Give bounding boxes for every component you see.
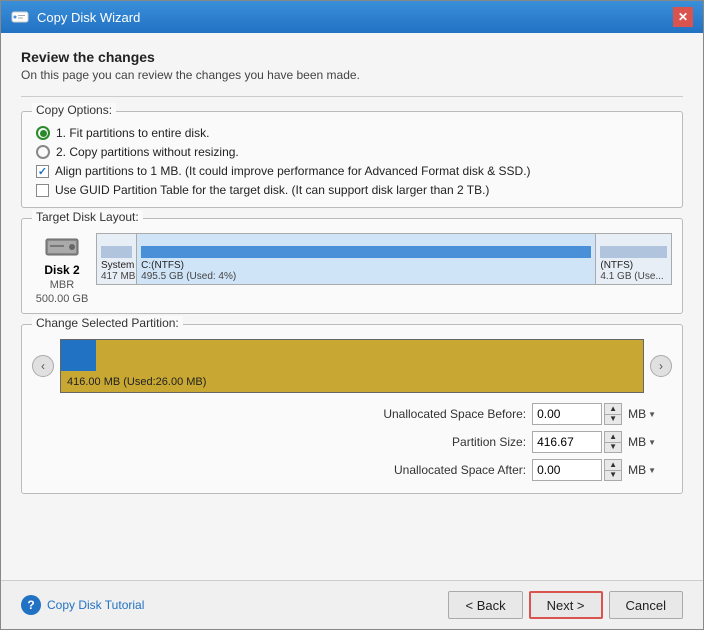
disk-size: 500.00 GB bbox=[36, 293, 89, 305]
copy-options-section: Copy Options: 1. Fit partitions to entir… bbox=[21, 111, 683, 208]
spin-up-1[interactable]: ▲ bbox=[605, 432, 621, 443]
page-title: Review the changes bbox=[21, 49, 683, 65]
partition-seg-2[interactable]: (NTFS)4.1 GB (Use... bbox=[596, 234, 671, 284]
change-partition-section: Change Selected Partition: ‹ 416.00 MB (… bbox=[21, 324, 683, 494]
next-partition-button[interactable]: › bbox=[650, 355, 672, 377]
page-header: Review the changes On this page you can … bbox=[21, 49, 683, 82]
option2-radio[interactable] bbox=[36, 145, 50, 159]
radio-group: 1. Fit partitions to entire disk. 2. Cop… bbox=[36, 126, 668, 197]
titlebar-icon bbox=[11, 8, 29, 26]
option3-check-item[interactable]: ✓ Align partitions to 1 MB. (It could im… bbox=[36, 164, 668, 178]
spin-buttons-0: ▲▼ bbox=[604, 403, 622, 425]
partition-label-1: C:(NTFS) bbox=[141, 260, 591, 271]
unit-dropdown-0[interactable]: MB▼ bbox=[628, 407, 656, 421]
partition-label-2: (NTFS) bbox=[600, 260, 667, 271]
option4-checkbox[interactable] bbox=[36, 184, 49, 197]
back-button[interactable]: < Back bbox=[448, 591, 522, 619]
field-label-2: Unallocated Space After: bbox=[42, 463, 526, 477]
field-input-group-2: ▲▼ bbox=[532, 459, 622, 481]
spin-down-0[interactable]: ▼ bbox=[605, 415, 621, 425]
titlebar: Copy Disk Wizard ✕ bbox=[1, 1, 703, 33]
unit-dropdown-arrow-1: ▼ bbox=[648, 438, 656, 447]
partitions-bar: System Rese417 MB (Us...C:(NTFS)495.5 GB… bbox=[96, 233, 672, 285]
partition-visual: 416.00 MB (Used:26.00 MB) bbox=[60, 339, 644, 393]
disk-row: Disk 2 MBR 500.00 GB System Rese417 MB (… bbox=[32, 233, 672, 305]
partition-used-bar bbox=[61, 340, 96, 371]
spin-up-2[interactable]: ▲ bbox=[605, 460, 621, 471]
option1-radio[interactable] bbox=[36, 126, 50, 140]
unit-label-0: MB bbox=[628, 407, 646, 421]
unit-dropdown-1[interactable]: MB▼ bbox=[628, 435, 656, 449]
footer: ? Copy Disk Tutorial < Back Next > Cance… bbox=[1, 580, 703, 629]
unit-dropdown-arrow-0: ▼ bbox=[648, 410, 656, 419]
tutorial-link[interactable]: Copy Disk Tutorial bbox=[47, 598, 144, 612]
prev-partition-button[interactable]: ‹ bbox=[32, 355, 54, 377]
spin-up-0[interactable]: ▲ bbox=[605, 404, 621, 415]
field-input-1[interactable] bbox=[532, 431, 602, 453]
option3-label: Align partitions to 1 MB. (It could impr… bbox=[55, 164, 531, 178]
hdd-icon bbox=[44, 233, 80, 261]
help-icon[interactable]: ? bbox=[21, 595, 41, 615]
unit-dropdown-arrow-2: ▼ bbox=[648, 466, 656, 475]
partition-size-text: 416.00 MB (Used:26.00 MB) bbox=[67, 376, 206, 388]
unit-label-2: MB bbox=[628, 463, 646, 477]
next-button[interactable]: Next > bbox=[529, 591, 603, 619]
main-window: Copy Disk Wizard ✕ Review the changes On… bbox=[0, 0, 704, 630]
partition-size-1: 495.5 GB (Used: 4%) bbox=[141, 271, 591, 282]
option4-label: Use GUID Partition Table for the target … bbox=[55, 183, 489, 197]
change-partition-label: Change Selected Partition: bbox=[32, 316, 183, 330]
fields-grid: Unallocated Space Before:▲▼MB▼Partition … bbox=[32, 403, 672, 481]
option1-radio-item[interactable]: 1. Fit partitions to entire disk. bbox=[36, 126, 668, 140]
partition-seg-0[interactable]: System Rese417 MB (Us... bbox=[97, 234, 137, 284]
option2-radio-item[interactable]: 2. Copy partitions without resizing. bbox=[36, 145, 668, 159]
option4-check-item[interactable]: Use GUID Partition Table for the target … bbox=[36, 183, 668, 197]
footer-left: ? Copy Disk Tutorial bbox=[21, 595, 438, 615]
partition-visual-row: ‹ 416.00 MB (Used:26.00 MB) › bbox=[32, 339, 672, 393]
partition-top-bar-1 bbox=[141, 246, 591, 258]
option3-checkbox[interactable]: ✓ bbox=[36, 165, 49, 178]
divider bbox=[21, 96, 683, 97]
partition-size-0: 417 MB (Us... bbox=[101, 271, 132, 282]
main-content: Review the changes On this page you can … bbox=[1, 33, 703, 580]
titlebar-title: Copy Disk Wizard bbox=[37, 10, 665, 25]
option1-radio-inner bbox=[40, 130, 47, 137]
disk-name: Disk 2 bbox=[44, 263, 79, 277]
partition-label-0: System Rese bbox=[101, 260, 132, 271]
spin-down-2[interactable]: ▼ bbox=[605, 471, 621, 481]
partition-top-bar-2 bbox=[600, 246, 667, 258]
footer-buttons: < Back Next > Cancel bbox=[448, 591, 683, 619]
partition-seg-1[interactable]: C:(NTFS)495.5 GB (Used: 4%) bbox=[137, 234, 596, 284]
close-button[interactable]: ✕ bbox=[673, 7, 693, 27]
spin-down-1[interactable]: ▼ bbox=[605, 443, 621, 453]
option2-label: 2. Copy partitions without resizing. bbox=[56, 145, 239, 159]
disk-info: Disk 2 MBR 500.00 GB bbox=[32, 233, 92, 305]
unit-label-1: MB bbox=[628, 435, 646, 449]
cancel-button[interactable]: Cancel bbox=[609, 591, 683, 619]
option1-label: 1. Fit partitions to entire disk. bbox=[56, 126, 209, 140]
option3-checkmark: ✓ bbox=[38, 165, 47, 178]
disk-type: MBR bbox=[50, 279, 74, 291]
partition-size-2: 4.1 GB (Use... bbox=[600, 271, 667, 282]
disk-layout-label: Target Disk Layout: bbox=[32, 210, 143, 224]
field-label-0: Unallocated Space Before: bbox=[42, 407, 526, 421]
partition-top-bar-0 bbox=[101, 246, 132, 258]
field-label-1: Partition Size: bbox=[42, 435, 526, 449]
page-subtitle: On this page you can review the changes … bbox=[21, 68, 683, 82]
field-input-2[interactable] bbox=[532, 459, 602, 481]
field-input-group-1: ▲▼ bbox=[532, 431, 622, 453]
disk-layout-section: Target Disk Layout: Disk 2 MBR 500.00 GB bbox=[21, 218, 683, 314]
copy-options-label: Copy Options: bbox=[32, 103, 116, 117]
field-input-group-0: ▲▼ bbox=[532, 403, 622, 425]
spin-buttons-1: ▲▼ bbox=[604, 431, 622, 453]
unit-dropdown-2[interactable]: MB▼ bbox=[628, 463, 656, 477]
spin-buttons-2: ▲▼ bbox=[604, 459, 622, 481]
field-input-0[interactable] bbox=[532, 403, 602, 425]
